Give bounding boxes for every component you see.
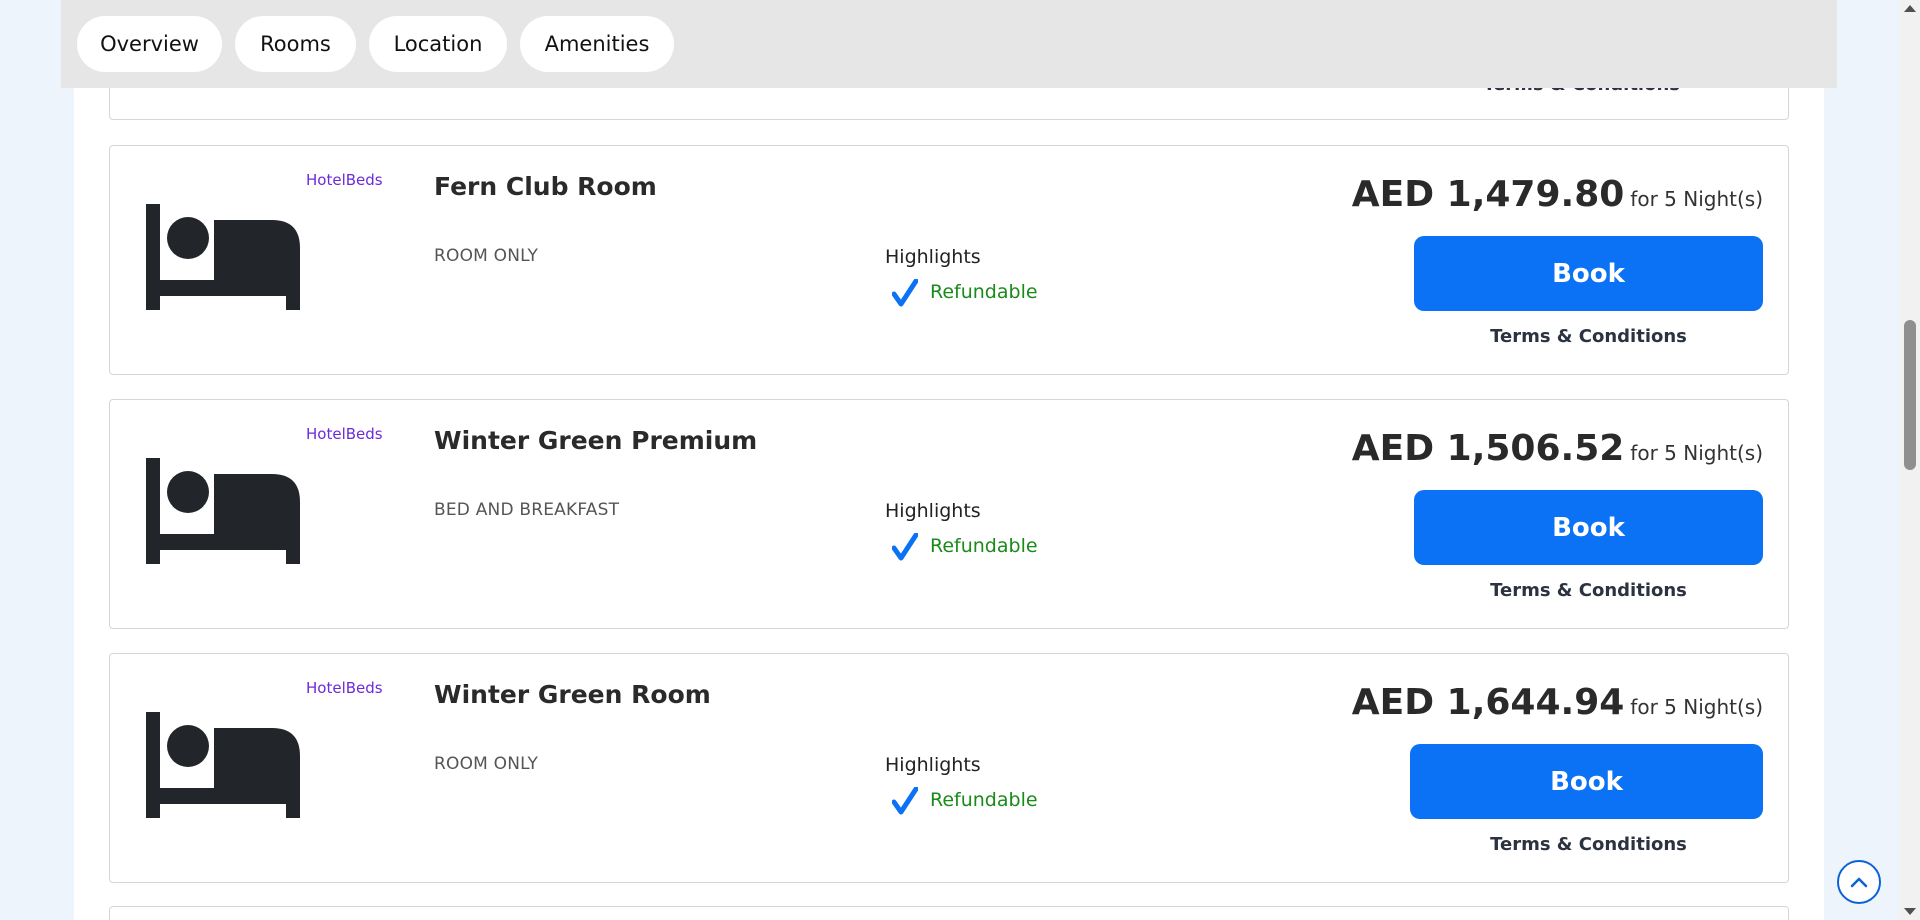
refundable-label: Refundable xyxy=(930,535,1038,557)
price-value: AED 1,506.52 xyxy=(1351,428,1625,469)
refundable-label: Refundable xyxy=(930,789,1038,811)
highlights-title: Highlights xyxy=(885,500,981,522)
highlights-title: Highlights xyxy=(885,246,981,268)
tab-rooms[interactable]: Rooms xyxy=(235,16,356,72)
room-name: Winter Green Premium xyxy=(434,426,758,455)
price-value: AED 1,479.80 xyxy=(1351,174,1625,215)
nights-label: for 5 Night(s) xyxy=(1630,441,1763,465)
book-button[interactable]: Book xyxy=(1414,490,1763,565)
terms-conditions-link[interactable]: Terms & Conditions xyxy=(1414,580,1763,601)
highlights-title: Highlights xyxy=(885,754,981,776)
bed-icon xyxy=(146,458,300,564)
price-row: AED 1,506.52 for 5 Night(s) xyxy=(1352,428,1763,469)
checkmark-icon xyxy=(892,787,918,815)
room-card: HotelBeds Winter Green Premium BED AND B… xyxy=(109,399,1789,629)
refundable-label: Refundable xyxy=(930,281,1038,303)
provider-label: HotelBeds xyxy=(306,425,383,443)
price-value: AED 1,644.94 xyxy=(1351,682,1625,723)
nights-label: for 5 Night(s) xyxy=(1630,187,1763,211)
room-card: HotelBeds Fern Club Room ROOM ONLY Highl… xyxy=(109,145,1789,375)
scroll-down-arrow-icon[interactable] xyxy=(1904,908,1916,915)
provider-label: HotelBeds xyxy=(306,679,383,697)
tab-location[interactable]: Location xyxy=(369,16,507,72)
board-type: ROOM ONLY xyxy=(434,754,539,774)
nights-label: for 5 Night(s) xyxy=(1630,695,1763,719)
checkmark-icon xyxy=(892,533,918,561)
room-card: HotelBeds Winter Green Room ROOM ONLY Hi… xyxy=(109,653,1789,883)
board-type: BED AND BREAKFAST xyxy=(434,500,620,520)
terms-conditions-link[interactable]: Terms & Conditions xyxy=(1414,326,1763,347)
chevron-up-icon xyxy=(1850,877,1868,888)
provider-label: HotelBeds xyxy=(306,171,383,189)
bed-icon xyxy=(146,204,300,310)
room-name: Fern Club Room xyxy=(434,172,657,201)
book-button[interactable]: Book xyxy=(1414,236,1763,311)
scroll-to-top-button[interactable] xyxy=(1837,860,1881,904)
checkmark-icon xyxy=(892,279,918,307)
scrollbar-thumb[interactable] xyxy=(1904,320,1916,470)
board-type: ROOM ONLY xyxy=(434,246,539,266)
tab-overview[interactable]: Overview xyxy=(77,16,222,72)
price-row: AED 1,644.94 for 5 Night(s) xyxy=(1352,682,1763,723)
price-row: AED 1,479.80 for 5 Night(s) xyxy=(1352,174,1763,215)
terms-conditions-link[interactable]: Terms & Conditions xyxy=(1414,834,1763,855)
scrollbar[interactable] xyxy=(1900,0,1920,920)
bed-icon xyxy=(146,712,300,818)
section-tab-bar: Overview Rooms Location Amenities xyxy=(61,0,1837,88)
room-name: Winter Green Room xyxy=(434,680,711,709)
scroll-up-arrow-icon[interactable] xyxy=(1904,5,1916,12)
tab-amenities[interactable]: Amenities xyxy=(520,16,674,72)
room-card-partial xyxy=(109,906,1789,920)
book-button[interactable]: Book xyxy=(1410,744,1763,819)
